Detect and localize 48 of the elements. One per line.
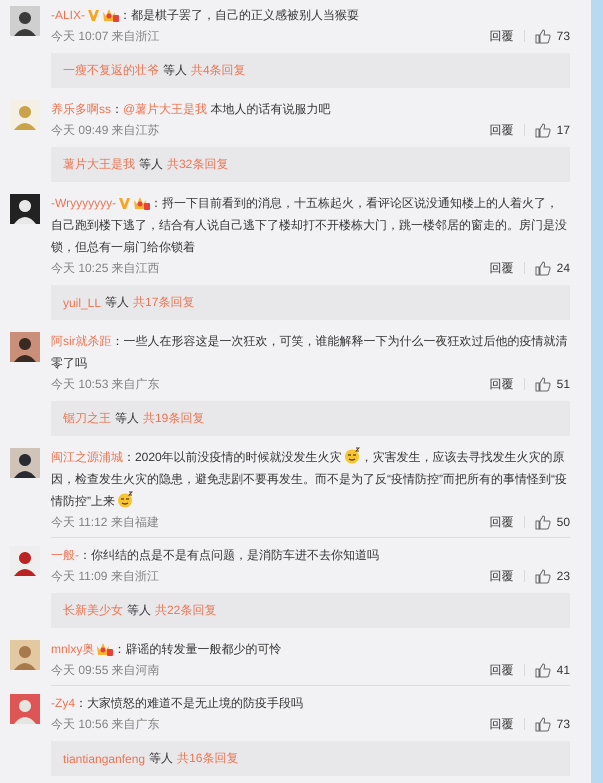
comment-text: -Wryyyyyyy- ：捋一下目前看到的消息，十五栋起火，看评论区说没通知楼上的人着火了，自己跑到楼下逃了，结合有人说自己逃下了楼却打不开楼栋大门，跳一楼邻居的窗走的。房门是没锁，但总有一扇门给你锁着	[51, 194, 568, 256]
verified-icon	[118, 197, 132, 210]
emoji-icon	[117, 491, 134, 508]
like-button[interactable]: 41	[534, 662, 570, 678]
replies-text: 等人	[139, 156, 163, 173]
comment-meta: 今天 11:12 来自福建	[51, 514, 160, 530]
replies-text: 等人	[163, 62, 187, 79]
replies-text: 等人	[127, 602, 151, 619]
like-button[interactable]: 17	[534, 122, 570, 138]
reply-link[interactable]: 回覆	[490, 716, 514, 732]
reply-link[interactable]: 回覆	[490, 514, 514, 530]
replies-text: 等人	[105, 294, 130, 311]
like-button[interactable]: 73	[534, 716, 570, 732]
verified-icon	[87, 9, 100, 22]
avatar[interactable]	[10, 194, 40, 224]
crown-icon	[133, 195, 150, 210]
comment-text: -Zy4：大家愤怒的难道不是无止境的防疫手段吗	[51, 695, 304, 712]
comment-text: 一般-：你纠结的点是不是有点问题，是消防车进不去你知道吗	[51, 547, 380, 564]
like-button[interactable]: 50	[534, 514, 570, 530]
comment-meta: 今天 09:49 来自江苏	[51, 122, 161, 138]
comment-text: 闽江之源浦城：2020年以前没疫情的时候就没发生火灾 ，灾害发生，应该去寻找发生火灾的原因，检查发生火灾的隐患，避免悲剧不要再发生。而不是为了反“疫情防控”而把所有的事情怪到“疫情防控”上来	[51, 446, 570, 512]
like-button[interactable]: 73	[534, 28, 570, 44]
crown-icon	[102, 7, 120, 22]
avatar[interactable]	[10, 6, 40, 36]
comment-meta: 今天 10:07 来自浙江	[51, 28, 161, 44]
reply-link[interactable]: 回覆	[490, 122, 514, 138]
comment-meta: 今天 10:25 来自江西	[51, 260, 161, 276]
comment-text: 养乐多啊ss：@薯片大王是我 本地人的话有说服力吧	[51, 101, 332, 118]
replies-text: 等人	[149, 750, 174, 767]
avatar[interactable]	[10, 448, 40, 478]
comment-text: mnlxy奥 ：辟谣的转发量一般都少的可怜	[51, 640, 282, 658]
reply-link[interactable]: 回覆	[490, 376, 514, 392]
emoji-icon	[344, 447, 361, 464]
reply-link[interactable]: 回覆	[490, 28, 514, 44]
comment-text: 阿sir就杀距：一些人在形容这是一次狂欢，可笑，谁能解释一下为什么一夜狂欢过后他的疫情就清零了吗	[51, 333, 569, 372]
comment-text: -ALIX- ：都是棋子罢了，自己的正义感被别人当猴耍	[51, 6, 360, 24]
like-button[interactable]: 23	[534, 568, 570, 584]
comment-meta: 今天 11:09 来自浙江	[51, 568, 160, 584]
crown-icon	[96, 641, 114, 656]
comment-meta: 今天 10:56 来自广东	[51, 716, 161, 732]
like-button[interactable]: 51	[534, 376, 570, 392]
reply-link[interactable]: 回覆	[490, 568, 514, 584]
replies-text: 等人	[115, 410, 139, 427]
like-button[interactable]: 24	[534, 260, 570, 276]
reply-link[interactable]: 回覆	[490, 662, 514, 678]
comment-meta: 今天 10:53 来自广东	[51, 376, 161, 392]
reply-link[interactable]: 回覆	[490, 260, 514, 276]
comment-meta: 今天 09:55 来自河南	[51, 662, 161, 678]
